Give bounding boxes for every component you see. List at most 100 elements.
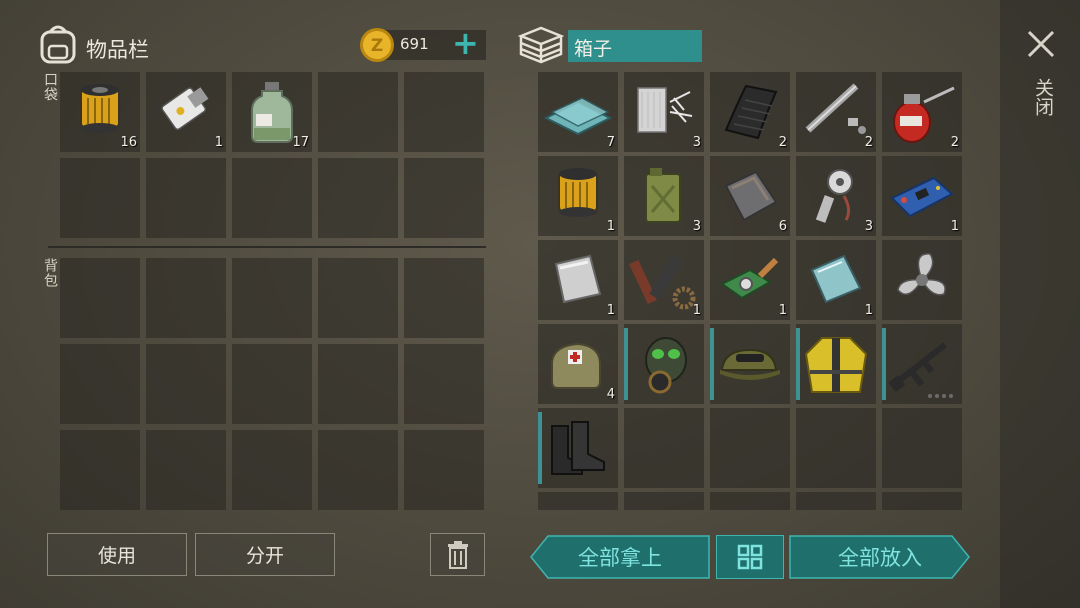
backpack-slot[interactable] (146, 344, 226, 424)
box-slot[interactable]: 1 (538, 156, 618, 236)
box-slot[interactable] (624, 408, 704, 488)
box-slot[interactable] (882, 240, 962, 320)
pocket-slot[interactable]: 16 (60, 72, 140, 152)
box-slot[interactable]: 3 (624, 156, 704, 236)
box-slot[interactable] (882, 408, 962, 488)
svg-text:Z: Z (371, 36, 383, 56)
box-slot[interactable]: 4 (538, 324, 618, 404)
put-all-button[interactable]: 全部放入 (789, 535, 971, 579)
box-grid: 7 3 2 2 2 1 3 6 3 1 1 1 1 1 4 (538, 72, 964, 510)
box-slot[interactable]: 1 (538, 240, 618, 320)
box-slot[interactable]: 2 (882, 72, 962, 152)
item-quantity: 3 (864, 219, 873, 234)
inventory-title: 物品栏 (86, 38, 149, 62)
box-slot[interactable]: 2 (710, 72, 790, 152)
box-slot[interactable]: 1 (624, 240, 704, 320)
take-all-label: 全部拿上 (578, 546, 662, 570)
rifle-icon (888, 342, 953, 398)
pocket-grid: 16 1 17 (60, 72, 486, 240)
pocket-slot[interactable] (404, 158, 484, 238)
box-slot[interactable]: 1 (710, 240, 790, 320)
backpack-section-label: 背包 (42, 258, 58, 288)
take-all-button[interactable]: 全部拿上 (530, 535, 710, 579)
put-all-label: 全部放入 (838, 546, 922, 570)
box-slot[interactable] (710, 492, 790, 510)
camo-cap-icon (720, 348, 780, 380)
pocket-slot[interactable] (146, 158, 226, 238)
coin-amount: 691 (400, 35, 429, 53)
trash-button[interactable] (430, 533, 485, 576)
box-header: 箱子 (518, 22, 708, 66)
item-quantity: 2 (864, 135, 873, 150)
backpack-grid (60, 258, 486, 512)
trash-icon (447, 540, 468, 569)
split-button[interactable]: 分开 (195, 533, 335, 576)
item-quantity: 2 (950, 135, 959, 150)
item-quantity: 2 (778, 135, 787, 150)
backpack-slot[interactable] (60, 258, 140, 338)
coin-icon: Z (360, 28, 394, 62)
box-stack-icon (518, 26, 564, 64)
box-slot[interactable]: 6 (710, 156, 790, 236)
box-slot[interactable]: 7 (538, 72, 618, 152)
box-slot[interactable]: 3 (796, 156, 876, 236)
box-slot[interactable] (796, 492, 876, 510)
box-slot[interactable]: 2 (796, 72, 876, 152)
box-title: 箱子 (574, 38, 613, 60)
inventory-header: 物品栏 (38, 22, 238, 68)
box-slot[interactable]: 3 (624, 72, 704, 152)
box-slot[interactable] (796, 324, 876, 404)
box-slot[interactable] (710, 324, 790, 404)
currency-bar: Z 691 + (358, 24, 486, 64)
backpack-slot[interactable] (404, 344, 484, 424)
use-button[interactable]: 使用 (47, 533, 187, 576)
backpack-slot[interactable] (146, 430, 226, 510)
item-quantity: 3 (692, 135, 701, 150)
sort-button[interactable] (716, 535, 784, 579)
item-quantity: 1 (864, 303, 873, 318)
pocket-slot[interactable] (318, 158, 398, 238)
box-slot[interactable] (624, 492, 704, 510)
item-quantity: 1 (950, 219, 959, 234)
item-quantity: 16 (120, 135, 137, 150)
backpack-slot[interactable] (232, 430, 312, 510)
close-label: 关闭 (1032, 78, 1054, 116)
box-slot[interactable] (796, 408, 876, 488)
item-quantity: 1 (606, 303, 615, 318)
backpack-slot[interactable] (404, 258, 484, 338)
backpack-slot[interactable] (60, 344, 140, 424)
combat-boots-icon (551, 421, 605, 475)
backpack-slot[interactable] (318, 430, 398, 510)
box-slot[interactable] (882, 324, 962, 404)
backpack-slot[interactable] (232, 258, 312, 338)
pocket-slot[interactable]: 17 (232, 72, 312, 152)
backpack-slot[interactable] (146, 258, 226, 338)
propeller-icon (897, 253, 946, 296)
pocket-slot[interactable] (232, 158, 312, 238)
close-button[interactable]: 关闭 (1018, 26, 1064, 136)
item-quantity: 1 (214, 135, 223, 150)
pocket-slot[interactable] (404, 72, 484, 152)
box-slot[interactable] (538, 408, 618, 488)
item-quantity: 3 (692, 219, 701, 234)
hazmat-jacket-icon (804, 337, 868, 393)
pocket-slot[interactable] (318, 72, 398, 152)
box-slot[interactable] (882, 492, 962, 510)
box-slot[interactable] (624, 324, 704, 404)
add-coins-button[interactable]: + (452, 24, 479, 62)
box-slot[interactable]: 1 (882, 156, 962, 236)
item-quantity: 1 (778, 303, 787, 318)
pocket-slot[interactable] (60, 158, 140, 238)
backpack-slot[interactable] (404, 430, 484, 510)
backpack-slot[interactable] (60, 430, 140, 510)
backpack-slot[interactable] (232, 344, 312, 424)
pocket-slot[interactable]: 1 (146, 72, 226, 152)
box-slot[interactable] (710, 408, 790, 488)
item-quantity: 7 (606, 135, 615, 150)
backpack-slot[interactable] (318, 344, 398, 424)
box-slot[interactable] (538, 492, 618, 510)
item-quantity: 6 (778, 219, 787, 234)
box-slot[interactable]: 1 (796, 240, 876, 320)
backpack-slot[interactable] (318, 258, 398, 338)
section-divider (48, 246, 486, 248)
